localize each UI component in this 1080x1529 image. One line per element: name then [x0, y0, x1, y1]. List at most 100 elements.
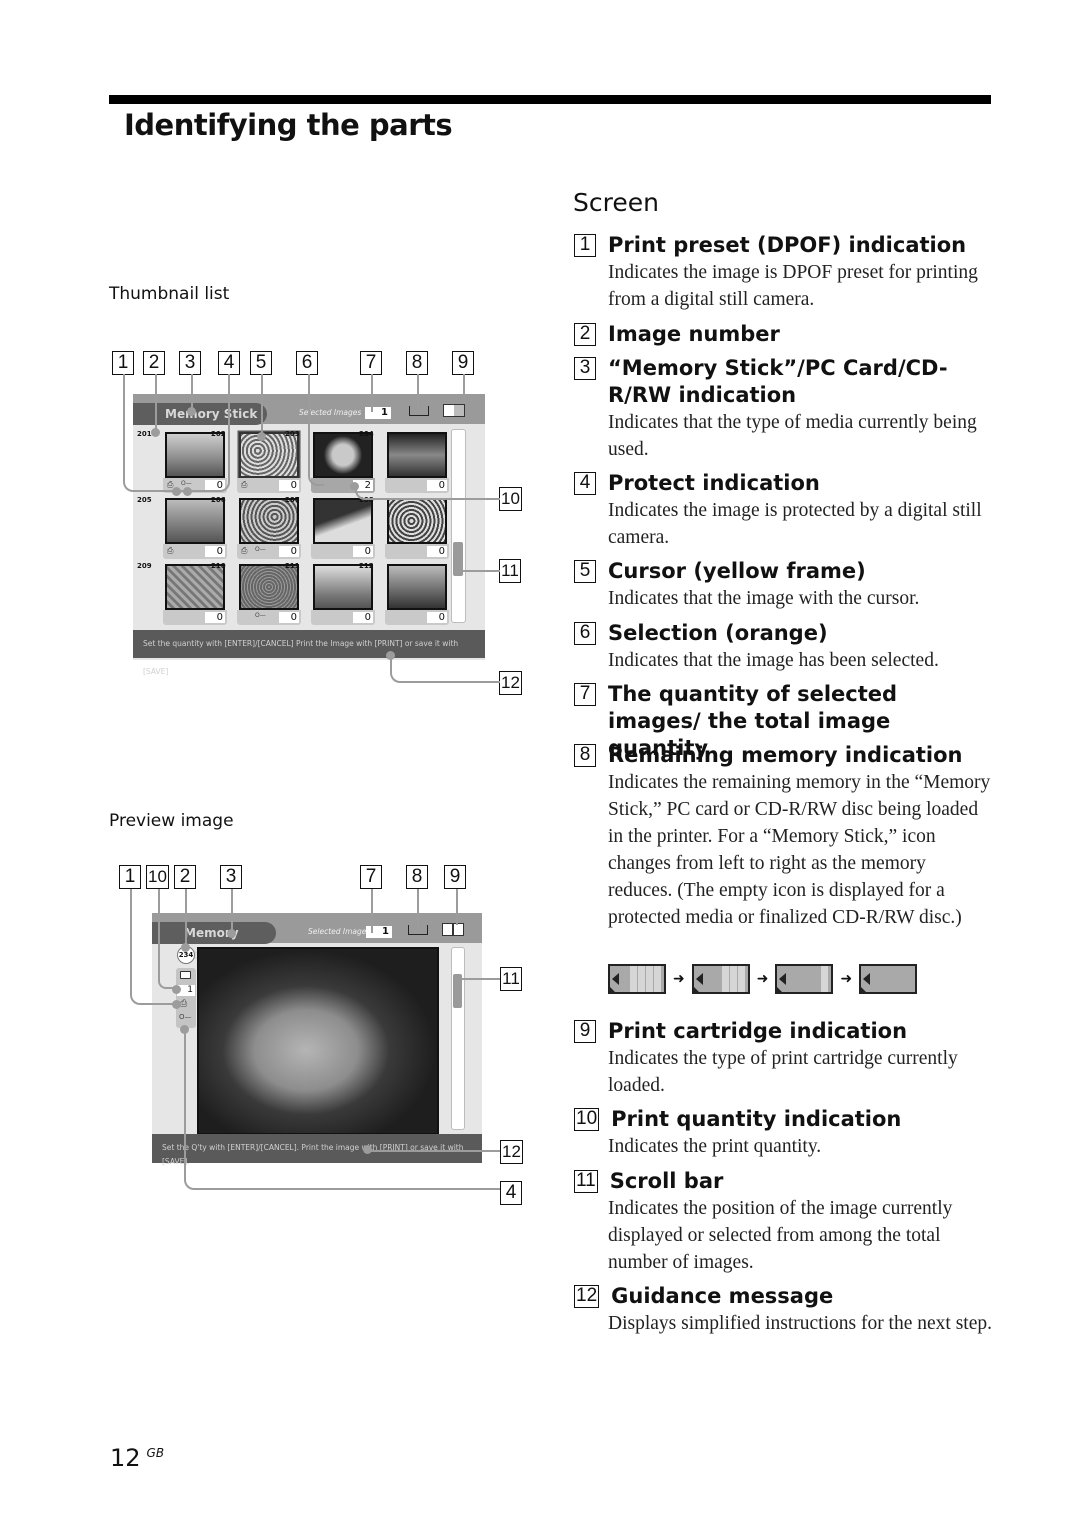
thumbnail-photo — [313, 564, 373, 610]
part-title: Print cartridge indication — [608, 1019, 908, 1043]
leader-dot — [172, 487, 181, 496]
part-title: Guidance message — [611, 1284, 834, 1308]
part-number-box: 2 — [574, 323, 596, 346]
page-number: 12 GB — [110, 1444, 164, 1472]
leader-line-5 — [261, 374, 263, 434]
thumbnail-photo — [165, 498, 225, 544]
thumbnail-photo — [239, 432, 299, 478]
callout-4: 4 — [500, 1181, 522, 1205]
leader-line-3 — [231, 889, 233, 933]
leader-dot — [257, 432, 266, 441]
leader-line-9 — [456, 889, 458, 925]
arrow-right-icon: ➜ — [673, 971, 685, 987]
memory-cell — [728, 966, 737, 992]
memory-notch — [863, 973, 871, 985]
leader-dot — [151, 428, 160, 437]
part-description: Indicates the print quantity. — [608, 1136, 822, 1157]
part-item-6: 6 Selection (orange) Indicates that the im… — [574, 620, 994, 674]
part-item-9: 9 Print cartridge indication Indicates the… — [574, 1018, 994, 1099]
memory-level-icon — [775, 964, 834, 994]
leader-line-8 — [417, 889, 419, 927]
thumbnail-item[interactable]: 204 0 — [359, 430, 449, 494]
memory-icon — [409, 406, 429, 416]
thumbnail-status-bar: ⎙ O— 0 — [237, 544, 301, 559]
part-description: Indicates the image is protected by a di… — [608, 500, 982, 548]
memory-notch — [612, 973, 619, 985]
thumbnail-item[interactable]: 210 O— 0 — [211, 562, 301, 626]
print-quantity: 0 — [353, 612, 373, 623]
image-number: 204 — [359, 430, 374, 438]
part-item-10: 10 Print quantity indication Indicates the… — [574, 1106, 994, 1160]
part-number-box: 3 — [574, 357, 596, 380]
part-item-1: 1 Print preset (DPOF) indication Indicates… — [574, 232, 994, 313]
thumbnail-status-bar: 0 — [385, 610, 449, 625]
part-item-8: 8 Remaining memory indication Indicates th… — [574, 742, 994, 931]
thumbnail-item[interactable]: 206 ⎙ O— 0 — [211, 496, 301, 560]
thumbnail-item[interactable]: 208 0 — [359, 496, 449, 560]
print-quantity: 0 — [279, 612, 299, 623]
leader-dot — [172, 1000, 181, 1009]
leader-dot — [350, 482, 359, 491]
memory-notch — [779, 973, 787, 985]
part-heading: 12 Guidance message — [574, 1283, 994, 1310]
callout-11: 11 — [499, 559, 521, 583]
print-quantity: 0 — [279, 480, 299, 491]
thumbnail-item[interactable]: 205 ⎙ 0 — [137, 496, 227, 560]
scrollbar[interactable] — [451, 429, 466, 623]
callout-1: 1 — [119, 865, 141, 889]
callout-12: 12 — [499, 671, 522, 695]
scrollbar-thumb[interactable] — [453, 974, 462, 1008]
part-description: Indicates the position of the image curr… — [608, 1198, 953, 1273]
page-suffix: GB — [146, 1446, 165, 1460]
thumbnail-status-bar: 0 — [311, 610, 375, 625]
leader-line-7 — [371, 889, 373, 933]
thumbnail-item[interactable]: 209 0 — [137, 562, 227, 626]
leader-line-6 — [308, 374, 324, 486]
part-item-11: 11 Scroll bar Indicates the position of th… — [574, 1168, 994, 1276]
part-title: “Memory Stick”/PC Card/CD-R/RW indicatio… — [608, 356, 948, 407]
title-rule — [109, 95, 991, 104]
thumbnail-status-bar: ⎙ 0 — [237, 478, 301, 493]
arrow-right-icon: ➜ — [756, 971, 769, 987]
callout-11: 11 — [500, 967, 522, 991]
memory-level-icon — [608, 964, 666, 994]
preview-caption: Preview image — [109, 811, 234, 831]
leader-dot — [386, 651, 395, 660]
thumbnail-photo — [239, 498, 299, 544]
part-description: Indicates the type of print cartridge cu… — [608, 1048, 958, 1096]
part-description: Indicates that the image has been select… — [608, 650, 939, 671]
part-heading: 9 Print cartridge indication — [574, 1018, 994, 1045]
leader-dot — [172, 985, 181, 994]
protect-key-icon: O— — [255, 612, 266, 619]
part-title: Protect indication — [608, 471, 820, 495]
leader-dot — [227, 929, 236, 938]
leader-dot — [183, 487, 192, 496]
thumbnail-item[interactable]: 207 0 — [285, 496, 375, 560]
image-number: 210 — [211, 562, 226, 570]
part-description: Indicates the remaining memory in the “M… — [608, 772, 991, 928]
memory-cell — [629, 966, 637, 992]
memory-corner — [775, 985, 785, 994]
memory-level-icons: ➜ ➜ ➜ — [608, 964, 918, 994]
side-panel: 1 ⎙ O— — [176, 968, 196, 1028]
image-number: 205 — [137, 496, 152, 504]
thumbnail-item[interactable]: 202 ⎙ 0 — [211, 430, 301, 494]
section-title: Screen — [573, 188, 659, 217]
callout-2: 2 — [174, 865, 196, 889]
callout-7: 7 — [360, 865, 382, 889]
memory-cell — [653, 966, 661, 992]
selected-count: 1 — [366, 926, 392, 938]
thumbnail-item[interactable]: 212 0 — [359, 562, 449, 626]
leader-line-10 — [355, 487, 500, 500]
thumbnail-item[interactable]: 211 0 — [285, 562, 375, 626]
part-item-4: 4 Protect indication Indicates the image i… — [574, 470, 994, 551]
part-item-5: 5 Cursor (yellow frame) Indicates that the… — [574, 558, 994, 612]
callout-12: 12 — [500, 1140, 523, 1164]
callout-6: 6 — [296, 351, 318, 375]
cartridge-icon — [442, 923, 464, 936]
thumbnail-status-bar: ⎙ 0 — [163, 544, 227, 559]
callout-10: 10 — [499, 487, 522, 511]
memory-corner — [608, 985, 617, 994]
image-number: 207 — [285, 496, 300, 504]
selected-count: 1 — [365, 407, 391, 419]
